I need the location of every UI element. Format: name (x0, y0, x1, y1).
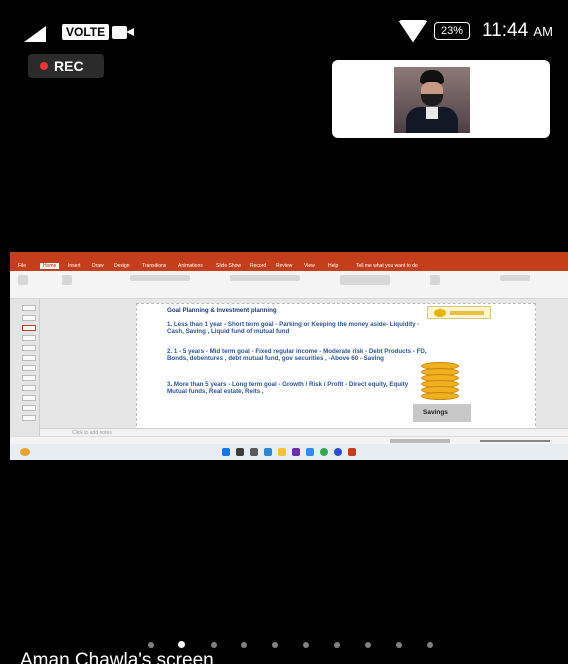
slide-point-3: 3. More than 5 years - Long term goal - … (167, 381, 409, 396)
ribbon-tab: Record (250, 263, 267, 269)
page-dot[interactable] (241, 642, 247, 648)
slide-point-1: 1. Less than 1 year - Short term goal - … (167, 321, 420, 336)
notes-bar: Click to add notes (40, 428, 568, 436)
current-slide: Goal Planning & Investment planning 1. L… (136, 303, 536, 431)
drawing-shapes-icon (340, 275, 390, 285)
ribbon-tab: Help (328, 263, 339, 269)
clock-ampm: AM (533, 24, 553, 39)
page-dot[interactable] (365, 642, 371, 648)
file-explorer-icon (278, 448, 286, 456)
ribbon-tab: View (304, 263, 315, 269)
slide-canvas-area: Goal Planning & Investment planning 1. L… (40, 299, 568, 436)
slide-thumbnail (22, 345, 36, 351)
ribbon-tab: Design (114, 263, 130, 269)
view-controls-icon (390, 439, 450, 443)
slide-thumbnail (22, 385, 36, 391)
ribbon-tab: Draw (92, 263, 104, 269)
ribbon-toolbar (10, 271, 568, 299)
slide-thumbnail (22, 405, 36, 411)
slide-thumbnail (22, 395, 36, 401)
shared-screen-owner-label: Aman Chawla's screen (20, 650, 214, 664)
ribbon-tabs: File Home Insert Draw Design Transitions… (10, 262, 568, 271)
battery-indicator: 23% (434, 22, 471, 40)
ribbon-tab: File (18, 263, 27, 269)
slide-thumbnails-panel (10, 299, 40, 436)
zoom-app-icon (334, 448, 342, 456)
slide-logo-image (427, 306, 491, 319)
recording-label: REC (54, 58, 84, 74)
status-bar: VOLTE 23% 11:44 AM (0, 0, 568, 52)
app-icon (292, 448, 300, 456)
savings-label-box: Savings (413, 404, 471, 422)
slide-thumbnail (22, 375, 36, 381)
zoom-slider-icon (480, 440, 550, 442)
chrome-browser-icon (320, 448, 328, 456)
ribbon-tab: Slide Show (216, 263, 242, 269)
edge-browser-icon (264, 448, 272, 456)
start-menu-icon (222, 448, 230, 456)
wifi-icon (398, 20, 428, 42)
app-title-bar (10, 252, 568, 262)
page-dot[interactable] (303, 642, 309, 648)
weather-icon (20, 448, 30, 456)
recording-dot-icon (40, 62, 48, 70)
page-dot[interactable] (148, 642, 154, 648)
editing-controls-icon (500, 275, 530, 281)
ribbon-tab: Animations (178, 263, 203, 269)
page-dot-active[interactable] (178, 641, 185, 648)
find-icon (430, 275, 440, 285)
search-icon (236, 448, 244, 456)
slide-thumbnail (22, 335, 36, 341)
slide-thumbnail (22, 315, 36, 321)
slide-title: Goal Planning & Investment planning (167, 307, 277, 314)
ribbon-tab: Review (276, 263, 293, 269)
clock: 11:44 AM (482, 20, 553, 42)
os-taskbar (10, 444, 568, 460)
page-dot[interactable] (272, 642, 278, 648)
network-badge: VOLTE (62, 24, 110, 40)
page-indicator[interactable] (0, 640, 568, 648)
page-dot[interactable] (334, 642, 340, 648)
powerpoint-icon (348, 448, 356, 456)
shared-screen[interactable]: File Home Insert Draw Design Transitions… (10, 252, 568, 460)
participant-video-feed (394, 67, 470, 133)
slide-thumbnail-active (22, 325, 36, 331)
video-camera-icon (112, 26, 134, 39)
ribbon-tab: Insert (68, 263, 81, 269)
task-view-icon (250, 448, 258, 456)
new-slide-icon (62, 275, 72, 285)
clock-time: 11:44 (482, 20, 529, 41)
page-dot[interactable] (211, 642, 217, 648)
participant-video-tile[interactable] (332, 60, 550, 138)
slide-point-2: 2. 1 - 5 years - Mid term goal - Fixed r… (167, 348, 427, 363)
ribbon-tab-active: Home (40, 263, 60, 269)
signal-icon (24, 26, 46, 42)
font-controls-icon (130, 275, 190, 281)
paste-icon (18, 275, 28, 285)
slide-thumbnail (22, 415, 36, 421)
ribbon-tab: Transitions (142, 263, 167, 269)
page-dot[interactable] (396, 642, 402, 648)
slide-thumbnail (22, 365, 36, 371)
paragraph-controls-icon (230, 275, 300, 281)
slide-thumbnail (22, 305, 36, 311)
ribbon-search-hint: Tell me what you want to do (356, 263, 418, 269)
mail-icon (306, 448, 314, 456)
slide-thumbnail (22, 355, 36, 361)
page-dot[interactable] (427, 642, 433, 648)
recording-badge[interactable]: REC (28, 54, 104, 78)
coins-image (421, 362, 459, 404)
app-status-bar (10, 436, 568, 444)
